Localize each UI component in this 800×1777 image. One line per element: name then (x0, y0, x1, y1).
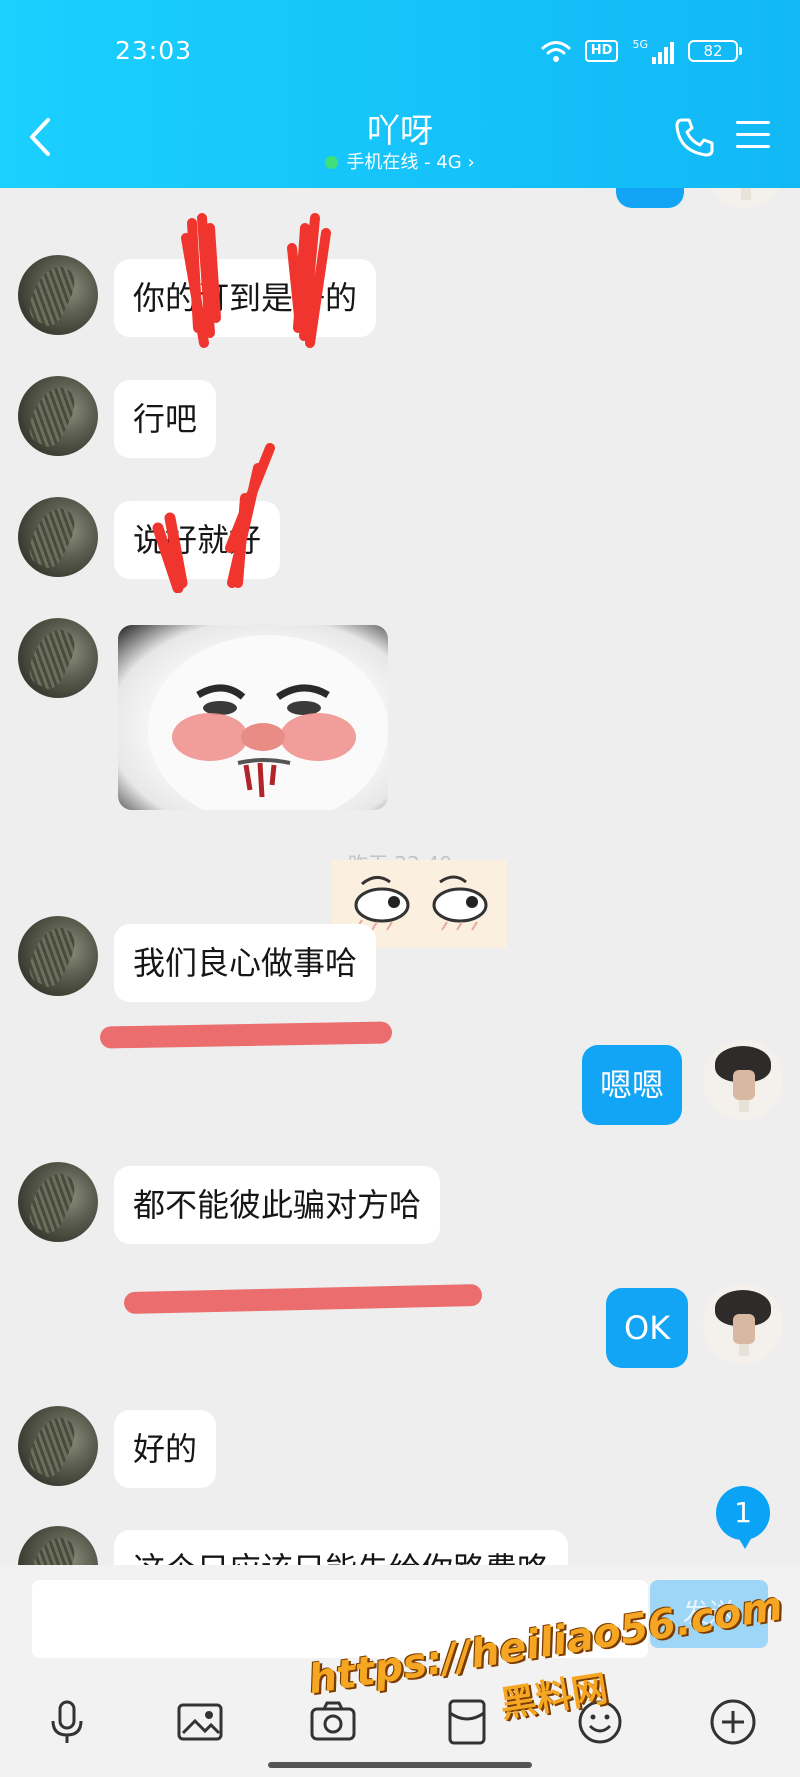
online-dot (325, 156, 339, 169)
status-time: 23:03 (115, 36, 193, 65)
contact-avatar[interactable] (18, 376, 98, 456)
sticker-image[interactable] (118, 625, 388, 810)
hd-badge: HD (584, 40, 619, 62)
signal-5g-icon: 5G (632, 38, 674, 64)
battery-icon: 82 (688, 40, 742, 62)
contact-avatar[interactable] (18, 497, 98, 577)
contact-avatar[interactable] (18, 1406, 98, 1486)
message-bubble-sent[interactable]: OK (606, 1288, 689, 1368)
contact-avatar[interactable] (18, 255, 98, 335)
contact-avatar[interactable] (18, 1162, 98, 1242)
unread-count-badge[interactable]: 1 (716, 1486, 770, 1549)
wifi-icon (541, 41, 571, 62)
contact-avatar[interactable] (18, 916, 98, 996)
annotation-underline (99, 1021, 393, 1049)
chat-header: 23:03 HD 5G 82 吖呀 手机在线 - 4G › (0, 0, 800, 188)
my-avatar[interactable] (703, 1284, 783, 1364)
contact-avatar[interactable] (18, 618, 98, 698)
contact-avatar[interactable] (18, 1526, 98, 1565)
image-icon[interactable] (175, 1697, 225, 1747)
message-bubble-received[interactable]: 这个只应该只能先给你路费咯 (114, 1530, 569, 1565)
message-bubble-sent[interactable]: 嗯嗯 (582, 1045, 683, 1125)
message-bubble-received[interactable]: 我们良心做事哈 (114, 924, 377, 1002)
chat-area[interactable]: 嗯 你的订到是好的 行吧 说好就好 昨天 22:40 (0, 188, 800, 1565)
message-bubble-received[interactable]: 行吧 (114, 380, 217, 458)
message-bubble-received[interactable]: 好的 (114, 1410, 217, 1488)
message-bubble-received[interactable]: 说好就好 (114, 501, 281, 579)
message-bubble-received[interactable]: 都不能彼此骗对方哈 (114, 1166, 441, 1244)
chevron-right-icon: › (467, 152, 475, 173)
microphone-icon[interactable] (42, 1697, 92, 1747)
meme-face-image (148, 635, 388, 810)
home-indicator[interactable] (268, 1762, 532, 1768)
phone-call-button[interactable] (673, 115, 717, 159)
menu-button[interactable] (736, 121, 770, 151)
message-bubble-received[interactable]: 你的订到是好的 (114, 259, 377, 337)
my-avatar[interactable] (705, 188, 785, 208)
plus-icon[interactable] (708, 1697, 758, 1747)
my-avatar[interactable] (703, 1040, 783, 1120)
status-icons: HD 5G 82 (541, 38, 742, 64)
message-bubble-sent[interactable]: 嗯 (616, 188, 685, 208)
annotation-underline (123, 1283, 483, 1315)
